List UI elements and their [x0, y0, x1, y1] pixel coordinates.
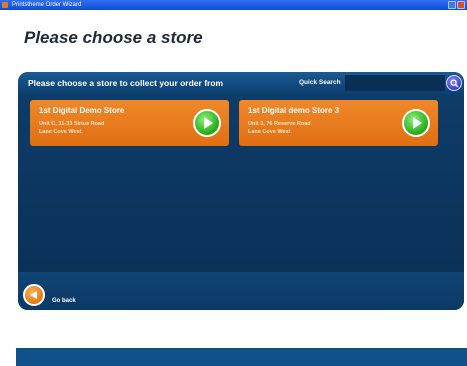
window-controls — [448, 1, 465, 9]
store-selection-panel: Please choose a store to collect your or… — [18, 72, 464, 310]
window-titlebar: Printstheme Order Wizard — [0, 0, 467, 10]
search-button[interactable] — [446, 75, 462, 91]
select-store-button[interactable] — [193, 109, 221, 137]
quick-search-label: Quick Search — [299, 79, 341, 86]
panel-heading: Please choose a store to collect your or… — [28, 78, 224, 88]
store-card[interactable]: 1st Digital demo Store 3 Unit 3, 76 Rese… — [239, 100, 438, 146]
quick-search-input[interactable] — [345, 75, 445, 91]
store-card[interactable]: 1st Digital Demo Store Unit C, 31-33 Sir… — [30, 100, 229, 146]
store-address-line1: Unit 3, 76 Reserve Road — [248, 121, 311, 127]
panel-header: Please choose a store to collect your or… — [18, 72, 464, 94]
page-title: Please choose a store — [24, 28, 203, 47]
app-icon — [2, 2, 8, 8]
store-address-line2: Lane Cove West — [248, 129, 291, 135]
minimize-button[interactable] — [448, 1, 456, 9]
back-arrow-icon — [30, 291, 37, 299]
store-name: 1st Digital Demo Store — [39, 106, 125, 115]
store-address-line1: Unit C, 31-33 Sirius Road — [39, 121, 105, 127]
back-button[interactable] — [23, 284, 45, 306]
close-button[interactable] — [457, 1, 465, 9]
search-icon — [450, 79, 459, 88]
bottom-bar — [16, 348, 467, 366]
back-label[interactable]: Go back — [52, 298, 76, 304]
window-title: Printstheme Order Wizard — [12, 2, 82, 8]
store-address-line2: Lane Cove West — [39, 129, 82, 135]
play-arrow-icon — [204, 117, 213, 129]
select-store-button[interactable] — [402, 109, 430, 137]
play-arrow-icon — [413, 117, 422, 129]
panel-footer — [18, 272, 464, 310]
store-name: 1st Digital demo Store 3 — [248, 106, 340, 115]
